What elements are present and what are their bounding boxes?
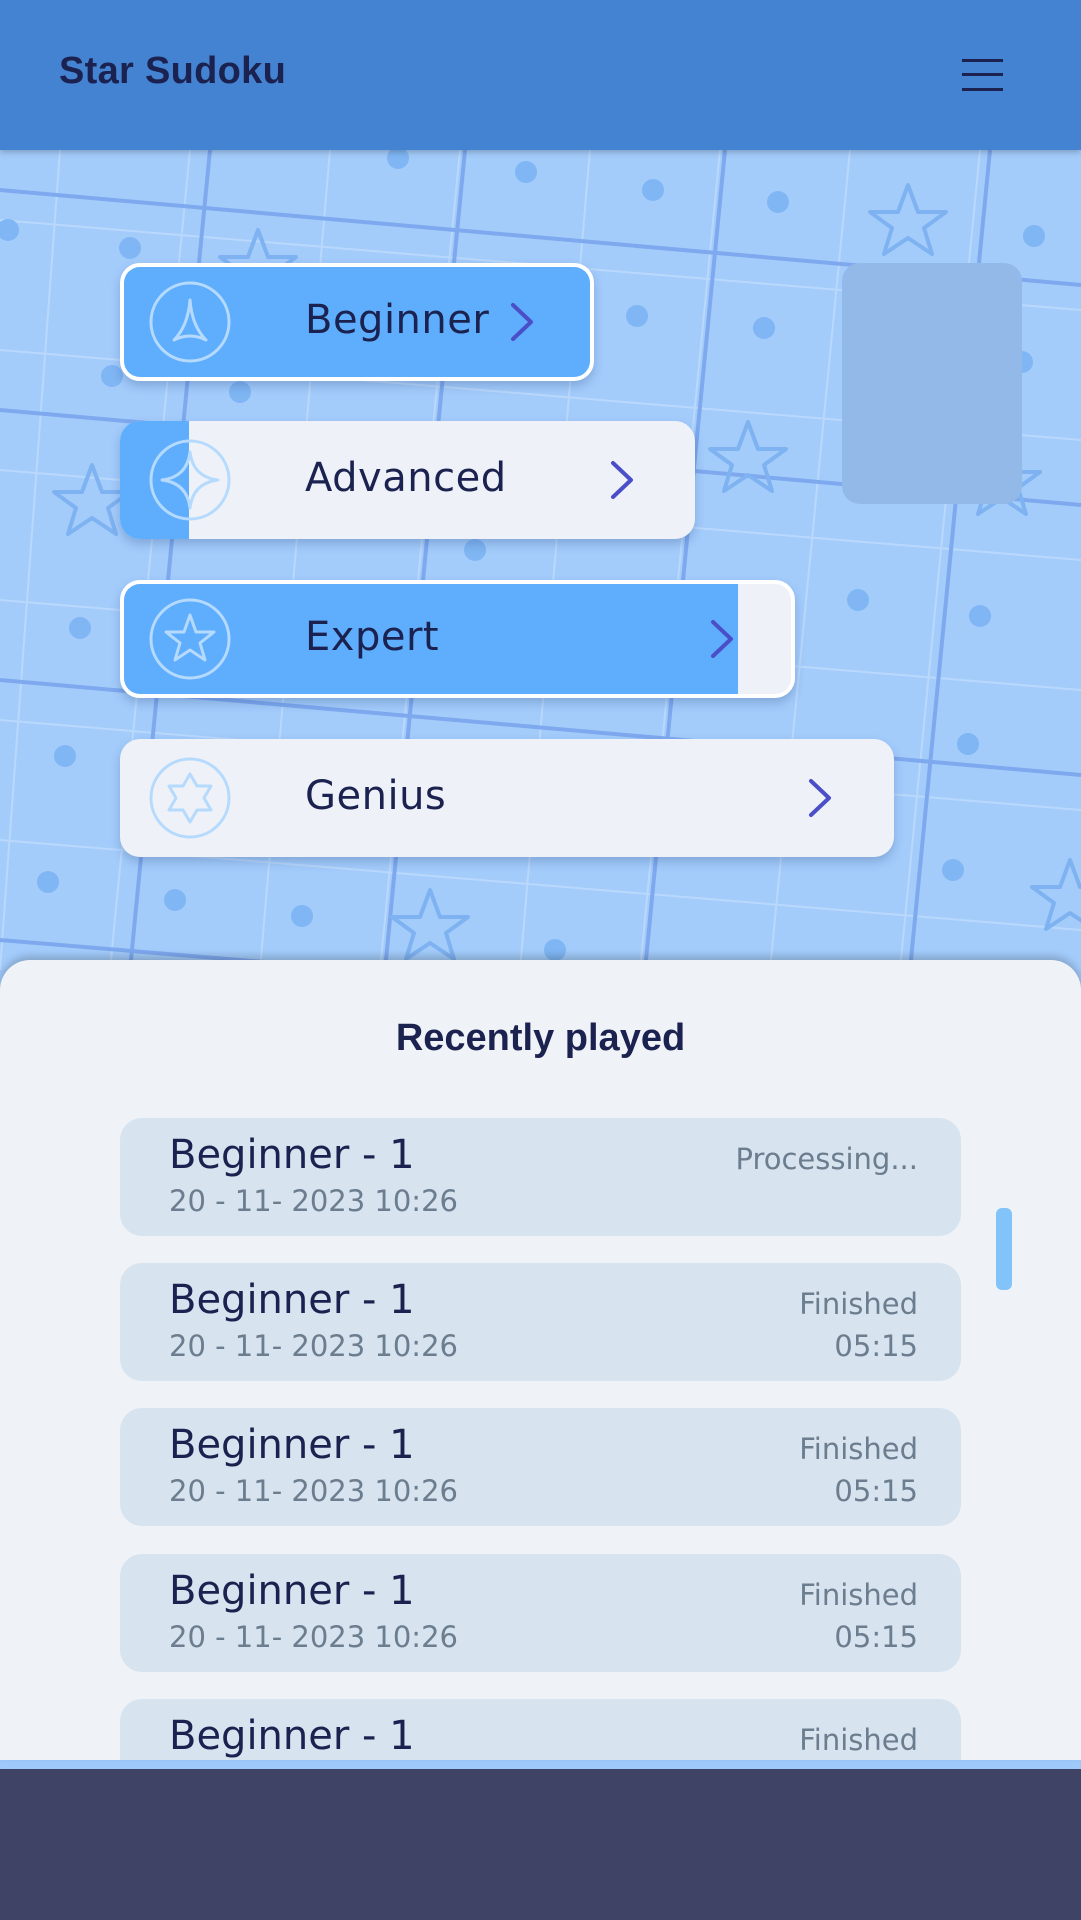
level-button-expert[interactable]: Expert <box>120 580 795 698</box>
four-point-star-icon <box>149 439 231 521</box>
recently-played-panel: Recently played Beginner - 1 20 - 11- 20… <box>0 960 1081 1760</box>
game-row[interactable]: Beginner - 1 Finished <box>120 1699 961 1760</box>
game-name: Beginner - 1 <box>169 1132 415 1178</box>
level-label: Beginner <box>305 297 490 343</box>
game-row[interactable]: Beginner - 1 20 - 11- 2023 10:26 Finishe… <box>120 1263 961 1381</box>
game-row[interactable]: Beginner - 1 20 - 11- 2023 10:26 Process… <box>120 1118 961 1236</box>
recently-played-title: Recently played <box>395 1017 686 1059</box>
game-date: 20 - 11- 2023 10:26 <box>169 1474 458 1508</box>
app-title: Star Sudoku <box>59 50 287 92</box>
game-row[interactable]: Beginner - 1 20 - 11- 2023 10:26 Finishe… <box>120 1554 961 1672</box>
game-name: Beginner - 1 <box>169 1568 415 1614</box>
game-duration: 05:15 <box>834 1329 918 1363</box>
ad-placeholder <box>842 263 1022 504</box>
game-name: Beginner - 1 <box>169 1713 415 1759</box>
game-date: 20 - 11- 2023 10:26 <box>169 1329 458 1363</box>
level-label: Advanced <box>305 455 507 501</box>
game-name: Beginner - 1 <box>169 1422 415 1468</box>
game-date: 20 - 11- 2023 10:26 <box>169 1620 458 1654</box>
chevron-right-icon <box>711 620 733 658</box>
game-status: Finished <box>799 1432 918 1466</box>
scrollbar-thumb[interactable] <box>996 1208 1012 1290</box>
chevron-right-icon <box>511 303 533 341</box>
game-name: Beginner - 1 <box>169 1277 415 1323</box>
game-date: 20 - 11- 2023 10:26 <box>169 1184 458 1218</box>
chevron-right-icon <box>809 779 831 817</box>
game-row[interactable]: Beginner - 1 20 - 11- 2023 10:26 Finishe… <box>120 1408 961 1526</box>
app-bar: Star Sudoku <box>0 0 1081 150</box>
game-status: Processing... <box>735 1142 918 1176</box>
level-label: Expert <box>305 614 440 660</box>
game-status: Finished <box>799 1578 918 1612</box>
level-button-beginner[interactable]: Beginner <box>120 263 594 381</box>
chevron-right-icon <box>611 461 633 499</box>
bottom-navigation-bar <box>0 1769 1081 1920</box>
level-label: Genius <box>305 773 447 819</box>
six-point-star-icon <box>149 757 231 839</box>
hamburger-menu-icon[interactable] <box>955 52 1009 96</box>
game-duration: 05:15 <box>834 1620 918 1654</box>
game-status: Finished <box>799 1287 918 1321</box>
level-button-genius[interactable]: Genius <box>120 739 894 857</box>
level-button-advanced[interactable]: Advanced <box>120 421 695 539</box>
game-status: Finished <box>799 1723 918 1757</box>
game-duration: 05:15 <box>834 1474 918 1508</box>
five-point-star-icon <box>149 598 231 680</box>
triangle-star-icon <box>149 281 231 363</box>
